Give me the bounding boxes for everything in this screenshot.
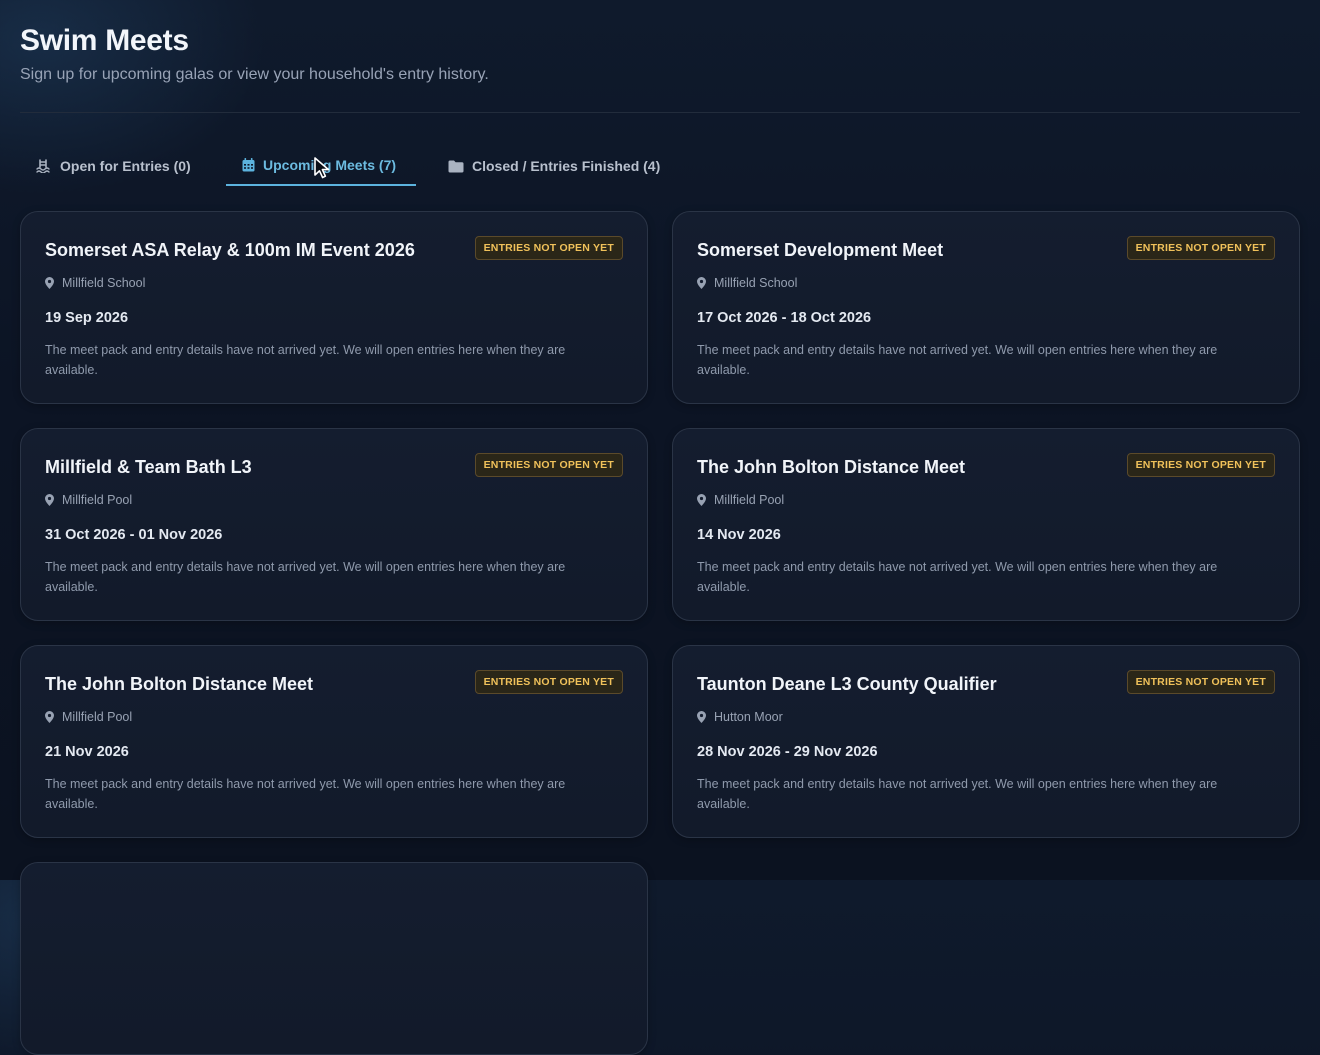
meet-venue-label: Millfield School bbox=[62, 276, 146, 290]
pool-ladder-icon bbox=[36, 159, 50, 173]
map-pin-icon bbox=[45, 711, 54, 723]
status-badge: ENTRIES NOT OPEN YET bbox=[474, 670, 623, 694]
meet-date: 28 Nov 2026 - 29 Nov 2026 bbox=[697, 744, 878, 760]
meet-card[interactable]: The John Bolton Distance Meet ENTRIES NO… bbox=[20, 645, 648, 838]
header-divider bbox=[20, 112, 1300, 113]
meet-venue: Millfield School bbox=[697, 276, 797, 290]
map-pin-icon bbox=[697, 711, 706, 723]
page-title: Swim Meets bbox=[20, 24, 189, 57]
meet-venue: Millfield School bbox=[45, 276, 145, 290]
meet-venue: Millfield Pool bbox=[45, 493, 132, 507]
meet-venue-label: Millfield School bbox=[714, 276, 798, 290]
tab-closed-label: Closed / Entries Finished (4) bbox=[472, 158, 661, 174]
meet-note: The meet pack and entry details have not… bbox=[45, 343, 566, 377]
tab-closed-entries[interactable]: Closed / Entries Finished (4) bbox=[432, 146, 672, 186]
meet-venue-label: Millfield Pool bbox=[62, 710, 133, 724]
meet-name: The John Bolton Distance Meet bbox=[45, 674, 314, 694]
meet-name: Taunton Deane L3 County Qualifier bbox=[697, 674, 997, 694]
status-badge: ENTRIES NOT OPEN YET bbox=[474, 453, 623, 477]
status-badge: ENTRIES NOT OPEN YET bbox=[474, 236, 623, 260]
calendar-icon bbox=[242, 158, 255, 172]
meet-card[interactable]: Millfield & Team Bath L3 ENTRIES NOT OPE… bbox=[20, 428, 648, 621]
meet-date: 21 Nov 2026 bbox=[45, 744, 129, 760]
meet-venue: Hutton Moor bbox=[697, 710, 783, 724]
map-pin-icon bbox=[697, 277, 706, 289]
map-pin-icon bbox=[45, 277, 54, 289]
meet-date: 14 Nov 2026 bbox=[697, 527, 781, 543]
meet-note: The meet pack and entry details have not… bbox=[697, 777, 1218, 811]
meet-tabs: Open for Entries (0) Upcoming Meets (7) … bbox=[20, 146, 1300, 188]
tab-open-label: Open for Entries (0) bbox=[60, 158, 191, 174]
status-badge: ENTRIES NOT OPEN YET bbox=[1126, 453, 1275, 477]
meet-card[interactable]: Taunton Deane L3 County Qualifier ENTRIE… bbox=[672, 645, 1300, 838]
meet-venue-label: Millfield Pool bbox=[62, 493, 133, 507]
meet-venue: Millfield Pool bbox=[45, 710, 132, 724]
meet-card[interactable]: Somerset Development Meet ENTRIES NOT OP… bbox=[672, 211, 1300, 404]
meet-venue: Millfield Pool bbox=[697, 493, 784, 507]
meet-card[interactable]: The John Bolton Distance Meet ENTRIES NO… bbox=[672, 428, 1300, 621]
meet-card[interactable]: Somerset ASA Relay & 100m IM Event 2026 … bbox=[20, 211, 648, 404]
meet-note: The meet pack and entry details have not… bbox=[697, 560, 1218, 594]
meet-date: 17 Oct 2026 - 18 Oct 2026 bbox=[697, 310, 872, 326]
meet-venue-label: Millfield Pool bbox=[714, 493, 785, 507]
map-pin-icon bbox=[697, 494, 706, 506]
meet-note: The meet pack and entry details have not… bbox=[45, 777, 566, 811]
meet-venue-label: Hutton Moor bbox=[714, 710, 783, 724]
meet-note: The meet pack and entry details have not… bbox=[697, 343, 1218, 377]
folder-icon bbox=[448, 160, 464, 172]
map-pin-icon bbox=[45, 494, 54, 506]
mouse-cursor-icon bbox=[314, 157, 330, 179]
meet-card[interactable] bbox=[20, 862, 648, 1055]
meet-note: The meet pack and entry details have not… bbox=[45, 560, 566, 594]
status-badge: ENTRIES NOT OPEN YET bbox=[1126, 670, 1275, 694]
meet-name: The John Bolton Distance Meet bbox=[697, 457, 966, 477]
meet-name: Somerset ASA Relay & 100m IM Event 2026 bbox=[45, 240, 415, 260]
meet-date: 31 Oct 2026 - 01 Nov 2026 bbox=[45, 527, 223, 543]
meet-date: 19 Sep 2026 bbox=[45, 310, 129, 326]
meet-name: Millfield & Team Bath L3 bbox=[45, 457, 252, 477]
status-badge: ENTRIES NOT OPEN YET bbox=[1126, 236, 1275, 260]
page-subtitle: Sign up for upcoming galas or view your … bbox=[20, 66, 489, 83]
tab-open-for-entries[interactable]: Open for Entries (0) bbox=[20, 146, 210, 186]
meet-name: Somerset Development Meet bbox=[697, 240, 944, 260]
